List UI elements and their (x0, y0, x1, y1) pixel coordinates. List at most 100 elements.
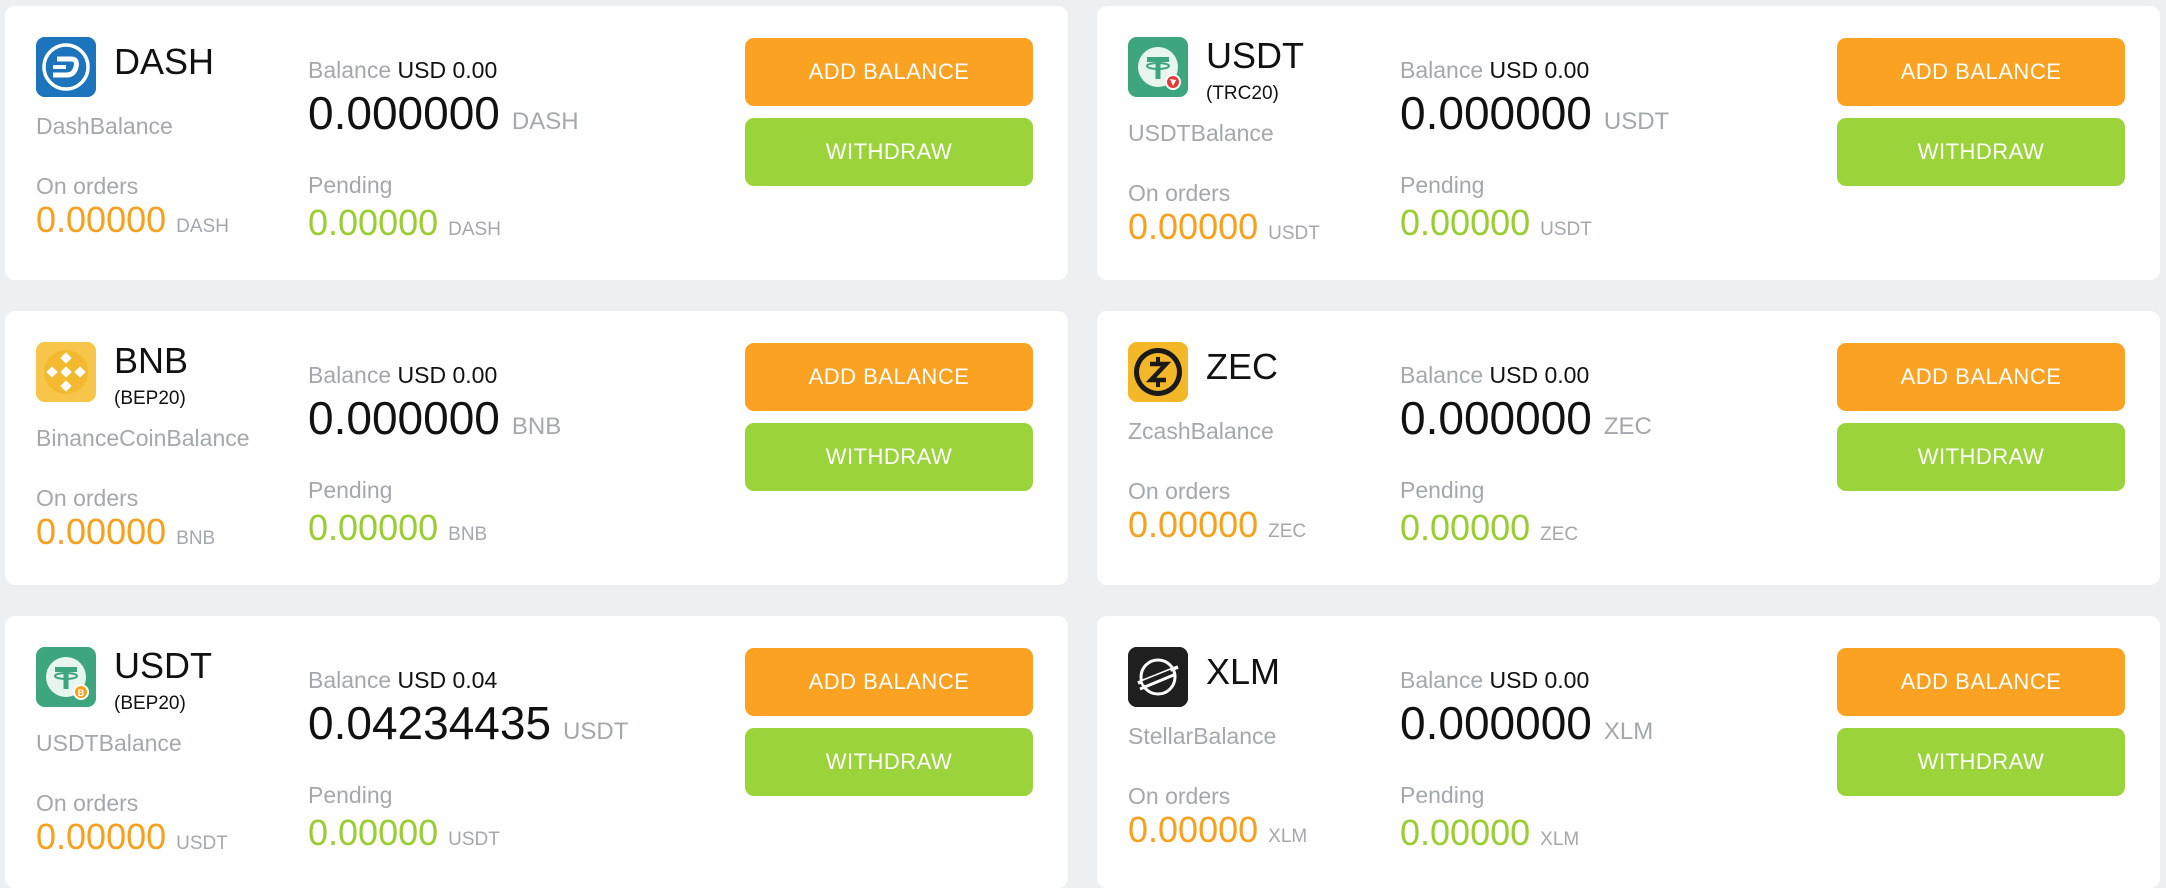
pending-amount: 0.00000 (1400, 812, 1531, 853)
pending-unit: USDT (1540, 219, 1592, 240)
on-orders-unit: XLM (1268, 826, 1308, 847)
coin-network: (BEP20) (114, 693, 186, 714)
pending-unit: DASH (448, 219, 501, 240)
on-orders-unit: BNB (176, 528, 216, 549)
coin-network: (BEP20) (114, 388, 186, 409)
balance-label-text: Balance (308, 667, 392, 693)
coin-subtitle: USDTBalance (36, 730, 182, 756)
on-orders-label: On orders (1128, 478, 1231, 504)
on-orders-value: 0.00000 BNB (36, 514, 215, 550)
balance-amount: 0.000000 XLM (1400, 700, 1653, 746)
on-orders-label: On orders (36, 790, 139, 816)
balance-value: 0.000000 (308, 87, 500, 139)
wallet-grid: DASH DashBalance On orders 0.00000 DASH B… (0, 0, 2166, 888)
balance-unit: DASH (511, 108, 579, 135)
wallet-card-dash: DASH DashBalance On orders 0.00000 DASH B… (5, 6, 1068, 280)
balance-unit: USDT (563, 718, 629, 745)
on-orders-amount: 0.00000 (1128, 206, 1259, 247)
withdraw-button[interactable]: WITHDRAW (1837, 728, 2125, 796)
balance-usd: USD 0.00 (1489, 362, 1590, 388)
on-orders-unit: ZEC (1268, 521, 1307, 542)
xlm-icon (1128, 647, 1188, 707)
pending-unit: BNB (448, 524, 488, 545)
usdt-tron-icon (1128, 37, 1188, 97)
coin-name: USDT (114, 645, 212, 686)
wallet-card-bnb: BNB (BEP20) BinanceCoinBalance On orders… (5, 311, 1068, 585)
on-orders-unit: USDT (176, 833, 228, 854)
balance-amount: 0.000000 ZEC (1400, 395, 1652, 441)
balance-label-text: Balance (308, 362, 392, 388)
coin-name: DASH (114, 41, 215, 82)
pending-unit: ZEC (1540, 524, 1579, 545)
on-orders-value: 0.00000 USDT (1128, 209, 1320, 245)
withdraw-button[interactable]: WITHDRAW (1837, 423, 2125, 491)
pending-value: 0.00000 BNB (308, 510, 487, 546)
wallet-card-usdt-bep20: B USDT (BEP20) USDTBalance On orders 0.0… (5, 616, 1068, 888)
wallet-card-zec: ZEC ZcashBalance On orders 0.00000 ZEC Ba… (1097, 311, 2160, 585)
on-orders-label: On orders (1128, 783, 1231, 809)
usdt-bep20-icon: B (36, 647, 96, 707)
pending-amount: 0.00000 (308, 202, 439, 243)
on-orders-amount: 0.00000 (36, 816, 167, 857)
balance-unit: BNB (511, 413, 562, 440)
balance-amount: 0.000000 DASH (308, 90, 579, 136)
balance-label: Balance USD 0.00 (308, 59, 497, 82)
balance-usd: USD 0.00 (1489, 667, 1590, 693)
pending-label: Pending (308, 782, 393, 808)
on-orders-label: On orders (36, 485, 139, 511)
bnb-icon (36, 342, 96, 402)
balance-value: 0.000000 (308, 392, 500, 444)
balance-unit: ZEC (1603, 413, 1652, 440)
on-orders-amount: 0.00000 (1128, 504, 1259, 545)
pending-unit: USDT (448, 829, 500, 850)
coin-network: (TRC20) (1206, 83, 1279, 104)
svg-text:B: B (78, 688, 85, 698)
pending-label: Pending (308, 172, 393, 198)
withdraw-button[interactable]: WITHDRAW (745, 423, 1033, 491)
add-balance-button[interactable]: ADD BALANCE (1837, 38, 2125, 106)
on-orders-value: 0.00000 ZEC (1128, 507, 1306, 543)
pending-amount: 0.00000 (1400, 507, 1531, 548)
coin-subtitle: BinanceCoinBalance (36, 425, 250, 451)
balance-usd: USD 0.04 (397, 667, 498, 693)
withdraw-button[interactable]: WITHDRAW (745, 118, 1033, 186)
wallet-card-usdt-trc20: USDT (TRC20) USDTBalance On orders 0.000… (1097, 6, 2160, 280)
balance-usd: USD 0.00 (1489, 57, 1590, 83)
pending-label: Pending (1400, 477, 1485, 503)
on-orders-unit: DASH (176, 216, 229, 237)
balance-label: Balance USD 0.00 (308, 364, 497, 387)
pending-label: Pending (1400, 782, 1485, 808)
balance-label: Balance USD 0.00 (1400, 669, 1589, 692)
balance-amount: 0.04234435 USDT (308, 700, 628, 746)
coin-name: BNB (114, 340, 189, 381)
on-orders-label: On orders (1128, 180, 1231, 206)
on-orders-value: 0.00000 XLM (1128, 812, 1307, 848)
withdraw-button[interactable]: WITHDRAW (745, 728, 1033, 796)
add-balance-button[interactable]: ADD BALANCE (745, 648, 1033, 716)
pending-label: Pending (308, 477, 393, 503)
balance-label: Balance USD 0.00 (1400, 59, 1589, 82)
on-orders-amount: 0.00000 (36, 511, 167, 552)
pending-value: 0.00000 USDT (1400, 205, 1592, 241)
coin-name: XLM (1206, 651, 1281, 692)
add-balance-button[interactable]: ADD BALANCE (745, 38, 1033, 106)
balance-usd: USD 0.00 (397, 57, 498, 83)
balance-label: Balance USD 0.00 (1400, 364, 1589, 387)
dash-icon (36, 37, 96, 97)
pending-value: 0.00000 DASH (308, 205, 501, 241)
balance-label-text: Balance (308, 57, 392, 83)
pending-value: 0.00000 ZEC (1400, 510, 1578, 546)
balance-value: 0.04234435 (308, 697, 552, 749)
pending-amount: 0.00000 (308, 812, 439, 853)
coin-subtitle: ZcashBalance (1128, 418, 1274, 444)
balance-amount: 0.000000 BNB (308, 395, 561, 441)
add-balance-button[interactable]: ADD BALANCE (1837, 343, 2125, 411)
on-orders-label: On orders (36, 173, 139, 199)
balance-value: 0.000000 (1400, 697, 1592, 749)
balance-usd: USD 0.00 (397, 362, 498, 388)
add-balance-button[interactable]: ADD BALANCE (1837, 648, 2125, 716)
add-balance-button[interactable]: ADD BALANCE (745, 343, 1033, 411)
wallet-card-xlm: XLM StellarBalance On orders 0.00000 XLM … (1097, 616, 2160, 888)
withdraw-button[interactable]: WITHDRAW (1837, 118, 2125, 186)
balance-value: 0.000000 (1400, 87, 1592, 139)
